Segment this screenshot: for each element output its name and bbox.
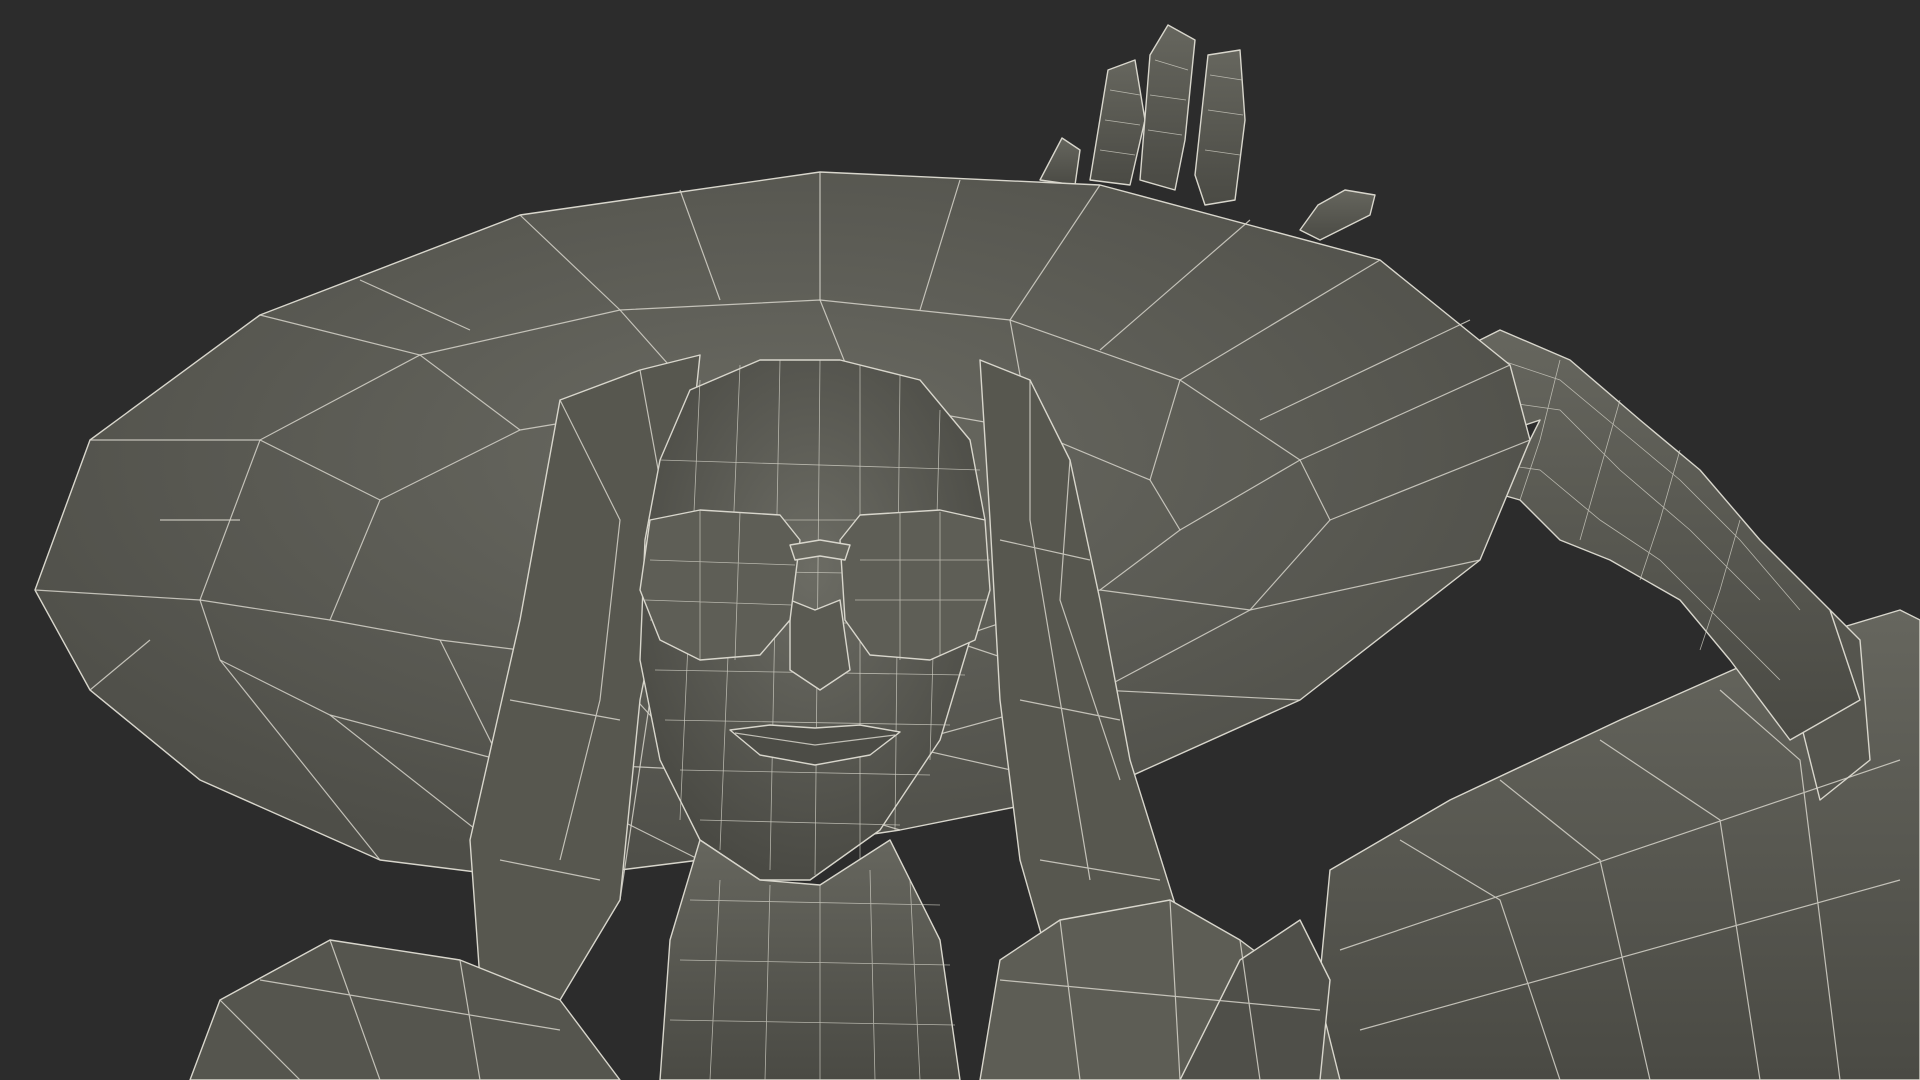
wireframe-render (34, 24, 1920, 1080)
render-viewport (0, 0, 1920, 1080)
